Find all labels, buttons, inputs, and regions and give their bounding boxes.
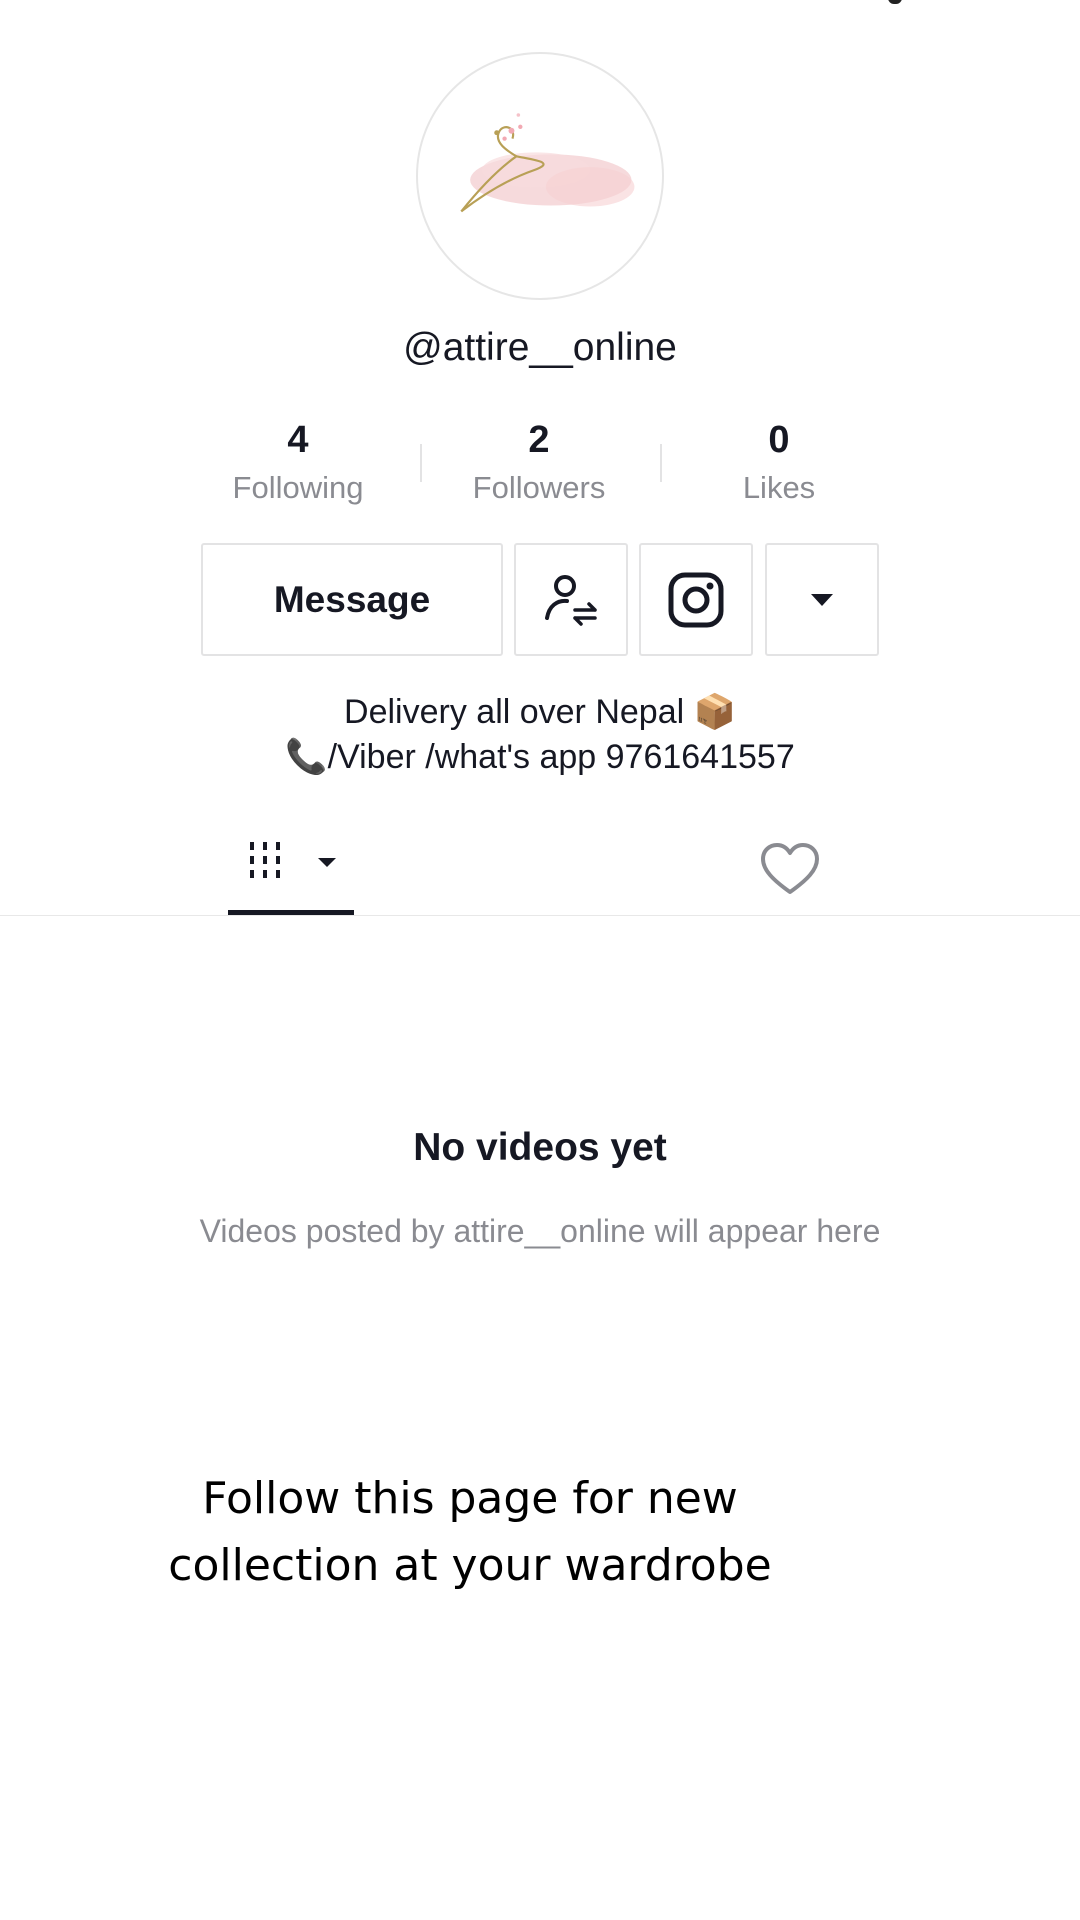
message-button[interactable]: Message bbox=[201, 543, 503, 656]
bio-line-2: 📞/Viber /what's app 9761641557 bbox=[0, 735, 1080, 779]
tab-videos[interactable] bbox=[228, 820, 354, 916]
profile-stats: 4 Following 2 Followers 0 Likes bbox=[0, 418, 1080, 508]
empty-state-title: No videos yet bbox=[413, 1126, 667, 1169]
profile-tabbar bbox=[0, 820, 1080, 916]
heart-outline-icon bbox=[761, 843, 819, 894]
overlay-caption: Follow this page for new collection at y… bbox=[130, 1465, 810, 1599]
bio-text: Delivery all over Nepal bbox=[344, 693, 685, 731]
bio-contact-text: /Viber /what's app 9761641557 bbox=[327, 738, 795, 776]
stat-likes-value: 0 bbox=[768, 419, 790, 461]
active-tab-indicator bbox=[228, 910, 354, 915]
instagram-icon bbox=[668, 572, 724, 627]
stat-likes[interactable]: 0 Likes bbox=[659, 418, 899, 506]
follow-suggestions-button[interactable] bbox=[514, 543, 628, 656]
phone-icon: 📞 bbox=[285, 737, 328, 777]
stat-followers-label: Followers bbox=[472, 470, 606, 505]
tab-liked[interactable] bbox=[755, 840, 825, 900]
user-swap-icon bbox=[545, 574, 597, 626]
stat-following-value: 4 bbox=[287, 419, 309, 461]
empty-state-subtitle: Videos posted by attire__online will app… bbox=[199, 1213, 881, 1249]
stat-following-label: Following bbox=[232, 470, 364, 505]
profile-username: @attire__online bbox=[403, 326, 677, 369]
stat-following[interactable]: 4 Following bbox=[178, 418, 418, 506]
overlay-caption-line-1: Follow this page for new bbox=[202, 1473, 738, 1524]
stat-followers-value: 2 bbox=[528, 419, 550, 461]
package-icon: 📦 bbox=[693, 692, 736, 732]
hanger-logo-icon bbox=[460, 113, 635, 213]
grid-videos-icon bbox=[250, 842, 336, 878]
bio-line-1: Delivery all over Nepal 📦 bbox=[0, 690, 1080, 734]
instagram-button[interactable] bbox=[639, 543, 753, 656]
profile-avatar[interactable] bbox=[416, 52, 664, 300]
more-options-button[interactable] bbox=[765, 543, 879, 656]
caret-down-icon bbox=[811, 593, 833, 606]
overlay-caption-line-2: collection at your wardrobe bbox=[168, 1540, 772, 1591]
status-bar-fragment bbox=[888, 0, 902, 4]
stat-followers[interactable]: 2 Followers bbox=[419, 418, 659, 506]
stat-likes-label: Likes bbox=[742, 470, 816, 505]
